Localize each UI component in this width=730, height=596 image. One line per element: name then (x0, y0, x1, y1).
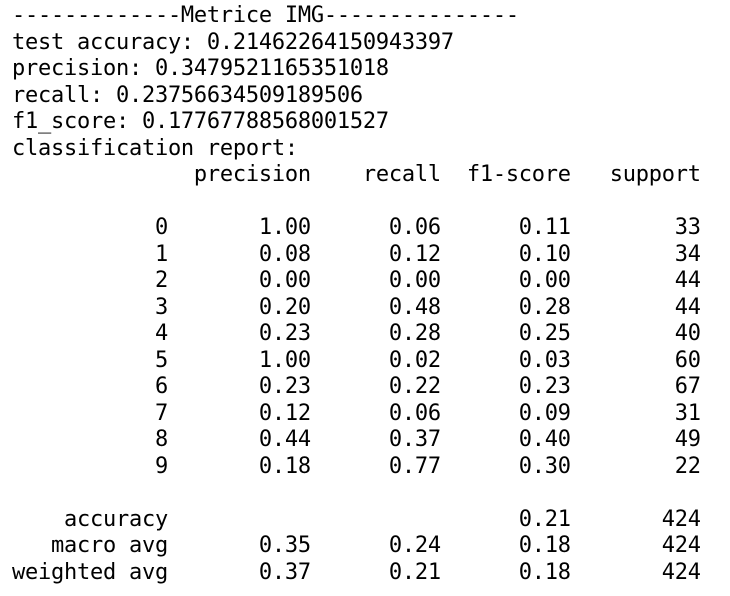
report-row-class-8: 8 0.44 0.37 0.40 49 (12, 427, 701, 452)
report-row-class-9: 9 0.18 0.77 0.30 22 (12, 453, 701, 479)
report-row-class-3: 3 0.20 0.48 0.28 44 (12, 294, 701, 320)
test-accuracy-line: test accuracy: 0.21462264150943397 (12, 29, 454, 55)
report-row-class-5: 5 1.00 0.02 0.03 60 (12, 347, 701, 373)
terminal-output: -------------Metrice IMG--------------- … (0, 0, 730, 596)
f1-score-line: f1_score: 0.17767788568001527 (12, 109, 389, 134)
recall-line: recall: 0.23756634509189506 (12, 82, 363, 108)
report-row-class-6: 6 0.23 0.22 0.23 67 (12, 374, 701, 399)
report-row-accuracy: accuracy 0.21 424 (12, 506, 701, 532)
report-row-class-7: 7 0.12 0.06 0.09 31 (12, 400, 701, 426)
report-row-class-2: 2 0.00 0.00 0.00 44 (12, 268, 701, 293)
report-row-class-4: 4 0.23 0.28 0.25 40 (12, 321, 701, 346)
report-row-class-0: 0 1.00 0.06 0.11 33 (12, 215, 701, 240)
report-row-weighted-avg: weighted avg 0.37 0.21 0.18 424 (12, 559, 701, 585)
report-row-class-1: 1 0.08 0.12 0.10 34 (12, 241, 701, 267)
report-header-row: precision recall f1-score support (12, 162, 701, 187)
report-row-macro-avg: macro avg 0.35 0.24 0.18 424 (12, 533, 701, 558)
precision-line: precision: 0.3479521165351018 (12, 56, 389, 81)
header-line: -------------Metrice IMG--------------- (12, 3, 519, 28)
classification-report-label: classification report: (12, 135, 298, 161)
